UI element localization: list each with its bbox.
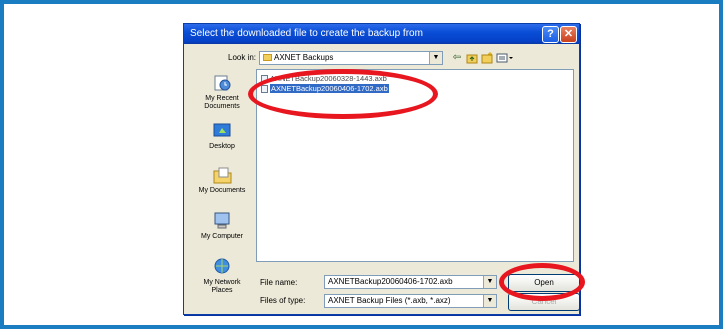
help-icon: ? [547, 28, 554, 40]
views-menu-icon[interactable] [496, 52, 514, 64]
help-button[interactable]: ? [542, 26, 559, 43]
close-icon: ✕ [563, 28, 574, 40]
file-type-value: AXNET Backup Files (*.axb, *.axz) [328, 296, 451, 305]
dialog-title: Select the downloaded file to create the… [190, 28, 423, 39]
chevron-down-icon[interactable]: ▼ [483, 276, 496, 288]
place-network-places[interactable]: My Network Places [193, 257, 251, 295]
place-label: My Computer [200, 233, 243, 240]
place-label: My Network Places [203, 279, 241, 294]
place-my-computer[interactable]: My Computer [193, 211, 251, 241]
back-icon[interactable]: ⇦ [451, 52, 463, 64]
place-recent-documents[interactable]: My Recent Documents [193, 73, 251, 111]
folder-icon [263, 54, 272, 61]
place-label: My Recent Documents [204, 95, 240, 110]
desktop-icon [213, 123, 231, 137]
place-label: My Documents [198, 187, 246, 194]
highlight-ring-file [248, 69, 438, 119]
dialog-titlebar: Select the downloaded file to create the… [184, 24, 579, 44]
close-button[interactable]: ✕ [560, 26, 577, 43]
place-my-documents[interactable]: My Documents [193, 165, 251, 195]
file-name-value: AXNETBackup20060406-1702.axb [328, 277, 453, 286]
recent-documents-icon [214, 75, 231, 91]
file-type-label: Files of type: [260, 296, 306, 305]
highlight-ring-open [499, 263, 585, 301]
look-in-value: AXNET Backups [274, 53, 334, 62]
file-name-label: File name: [260, 278, 298, 287]
my-documents-icon [213, 167, 232, 184]
chevron-down-icon[interactable]: ▼ [429, 52, 442, 64]
up-folder-icon[interactable] [466, 52, 478, 64]
network-places-icon [214, 258, 230, 274]
new-folder-icon[interactable] [481, 52, 493, 64]
file-name-input[interactable]: AXNETBackup20060406-1702.axb ▼ [324, 275, 497, 289]
file-type-select[interactable]: AXNET Backup Files (*.axb, *.axz) ▼ [324, 294, 497, 308]
my-computer-icon [214, 212, 230, 229]
look-in-label: Look in: [228, 53, 257, 62]
place-label: Desktop [209, 143, 235, 150]
look-in-dropdown[interactable]: AXNET Backups ▼ [259, 51, 443, 65]
place-desktop[interactable]: Desktop [193, 121, 251, 151]
places-bar: My Recent Documents Desktop My Documents… [193, 71, 251, 307]
chevron-down-icon[interactable]: ▼ [483, 295, 496, 307]
